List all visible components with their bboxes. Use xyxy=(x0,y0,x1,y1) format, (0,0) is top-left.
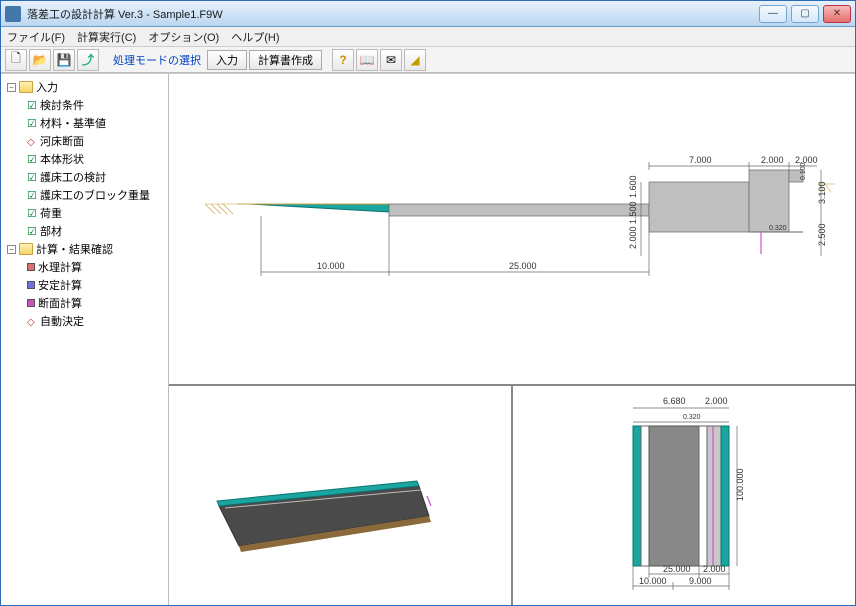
menubar[interactable]: ファイル(F) 計算実行(C) オプション(O) ヘルプ(H) xyxy=(1,27,855,47)
tree-item[interactable]: 検討条件 xyxy=(3,96,166,114)
titlebar[interactable]: 落差工の設計計算 Ver.3 - Sample1.F9W — ▢ ✕ xyxy=(1,1,855,27)
check-icon xyxy=(27,226,37,236)
svg-text:0.320: 0.320 xyxy=(769,225,787,232)
check-icon xyxy=(27,190,37,200)
tree-item[interactable]: 部材 xyxy=(3,222,166,240)
folder-icon xyxy=(19,81,33,93)
tree-item-label: 検討条件 xyxy=(40,97,84,113)
mode-label: 処理モードの選択 xyxy=(109,52,205,68)
folder-icon xyxy=(19,243,33,255)
info-icon[interactable]: ◢ xyxy=(404,49,426,71)
tree-item[interactable]: 自動決定 xyxy=(3,312,166,330)
svg-text:25.000: 25.000 xyxy=(509,261,537,271)
tree-item-label: 材料・基準値 xyxy=(40,115,106,131)
close-button[interactable]: ✕ xyxy=(823,5,851,23)
square-icon xyxy=(27,263,35,271)
tree-item-label: 河床断面 xyxy=(40,133,84,149)
tree-item-label: 護床工のブロック重量 xyxy=(40,187,150,203)
minimize-button[interactable]: — xyxy=(759,5,787,23)
collapse-icon[interactable]: − xyxy=(7,83,16,92)
maximize-button[interactable]: ▢ xyxy=(791,5,819,23)
viewport-panels: 10.000 25.000 7.000 2.000 2.000 1.600 1.… xyxy=(169,74,855,605)
svg-text:2.000: 2.000 xyxy=(705,396,728,406)
tree-item[interactable]: 断面計算 xyxy=(3,294,166,312)
menu-file[interactable]: ファイル(F) xyxy=(7,29,65,45)
diamond-icon xyxy=(27,316,37,326)
tree-item[interactable]: 護床工の検討 xyxy=(3,168,166,186)
svg-text:2.500: 2.500 xyxy=(817,223,827,246)
tree-item[interactable]: 荷重 xyxy=(3,204,166,222)
book-icon[interactable]: 📖 xyxy=(356,49,378,71)
tree-item[interactable]: 護床工のブロック重量 xyxy=(3,186,166,204)
tree-label: 入力 xyxy=(36,79,58,95)
check-icon xyxy=(27,118,37,128)
tree-item[interactable]: 材料・基準値 xyxy=(3,114,166,132)
svg-text:100.000: 100.000 xyxy=(735,468,745,501)
square-icon xyxy=(27,299,35,307)
mail-icon[interactable]: ✉ xyxy=(380,49,402,71)
svg-text:7.000: 7.000 xyxy=(689,155,712,165)
svg-text:1.600: 1.600 xyxy=(628,175,638,198)
mode-report-button[interactable]: 計算書作成 xyxy=(249,50,322,70)
square-icon xyxy=(27,281,35,289)
svg-text:2.000: 2.000 xyxy=(628,226,638,249)
tree-root-results[interactable]: − 計算・結果確認 xyxy=(3,240,166,258)
svg-text:2.000: 2.000 xyxy=(703,564,726,574)
tree-item-label: 荷重 xyxy=(40,205,62,221)
tree-root-input[interactable]: − 入力 xyxy=(3,78,166,96)
tree-label: 計算・結果確認 xyxy=(36,241,113,257)
menu-calc[interactable]: 計算実行(C) xyxy=(77,29,136,45)
save-icon[interactable]: 💾 xyxy=(53,49,75,71)
svg-text:9.000: 9.000 xyxy=(689,576,712,586)
menu-help[interactable]: ヘルプ(H) xyxy=(231,29,279,45)
app-icon xyxy=(5,6,21,22)
new-icon[interactable]: 🗋 xyxy=(5,49,27,71)
check-icon xyxy=(27,154,37,164)
svg-text:2.000: 2.000 xyxy=(761,155,784,165)
check-icon xyxy=(27,208,37,218)
mode-input-button[interactable]: 入力 xyxy=(207,50,247,70)
svg-text:6.680: 6.680 xyxy=(663,396,686,406)
tree-item[interactable]: 河床断面 xyxy=(3,132,166,150)
export-icon[interactable]: ⤴ xyxy=(77,49,99,71)
tree-item-label: 安定計算 xyxy=(38,277,82,293)
tree-item-label: 護床工の検討 xyxy=(40,169,106,185)
tree-item-label: 部材 xyxy=(40,223,62,239)
isometric-view[interactable] xyxy=(169,386,513,605)
help-icon[interactable]: ? xyxy=(332,49,354,71)
tree-item[interactable]: 水理計算 xyxy=(3,258,166,276)
tree-item-label: 本体形状 xyxy=(40,151,84,167)
elevation-view[interactable]: 10.000 25.000 7.000 2.000 2.000 1.600 1.… xyxy=(169,74,855,386)
menu-option[interactable]: オプション(O) xyxy=(148,29,219,45)
svg-text:10.000: 10.000 xyxy=(639,576,667,586)
diamond-icon xyxy=(27,136,37,146)
svg-text:0.320: 0.320 xyxy=(683,414,701,421)
app-window: 落差工の設計計算 Ver.3 - Sample1.F9W — ▢ ✕ ファイル(… xyxy=(0,0,856,606)
svg-text:25.000: 25.000 xyxy=(663,564,691,574)
tree-item-label: 断面計算 xyxy=(38,295,82,311)
toolbar: 🗋 📂 💾 ⤴ 処理モードの選択 入力 計算書作成 ? 📖 ✉ ◢ xyxy=(1,47,855,73)
tree-item[interactable]: 本体形状 xyxy=(3,150,166,168)
collapse-icon[interactable]: − xyxy=(7,245,16,254)
tree-item[interactable]: 安定計算 xyxy=(3,276,166,294)
window-title: 落差工の設計計算 Ver.3 - Sample1.F9W xyxy=(27,6,759,22)
check-icon xyxy=(27,100,37,110)
section-view[interactable]: 6.680 2.000 0.320 xyxy=(513,386,855,605)
tree-item-label: 自動決定 xyxy=(40,313,84,329)
check-icon xyxy=(27,172,37,182)
svg-text:3.100: 3.100 xyxy=(817,181,827,204)
tree-item-label: 水理計算 xyxy=(38,259,82,275)
svg-text:0.100: 0.100 xyxy=(800,162,807,180)
content-area: − 入力 検討条件材料・基準値河床断面本体形状護床工の検討護床工のブロック重量荷… xyxy=(1,73,855,605)
tree-panel[interactable]: − 入力 検討条件材料・基準値河床断面本体形状護床工の検討護床工のブロック重量荷… xyxy=(1,74,169,605)
open-icon[interactable]: 📂 xyxy=(29,49,51,71)
svg-text:10.000: 10.000 xyxy=(317,261,345,271)
svg-text:1.500: 1.500 xyxy=(628,201,638,224)
